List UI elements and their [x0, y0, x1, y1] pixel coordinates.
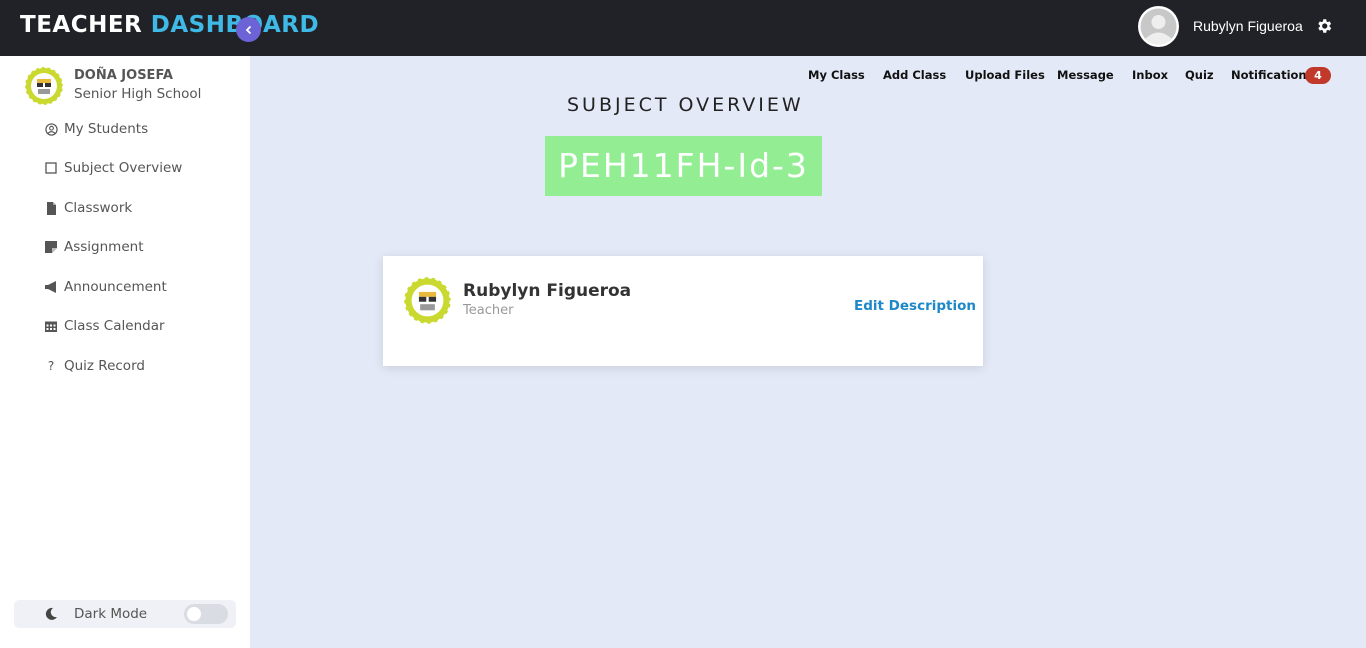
moon-icon [45, 607, 57, 620]
teacher-avatar-icon [403, 276, 452, 325]
chevron-left-icon [245, 25, 251, 34]
school-name-line2: Senior High School [74, 86, 202, 102]
edit-description-link[interactable]: Edit Description [854, 298, 976, 314]
nav-link-my-class[interactable]: My Class [808, 68, 865, 82]
user-avatar[interactable] [1138, 6, 1179, 47]
file-icon [44, 201, 58, 215]
sidebar: DOÑA JOSEFA Senior High School My Studen… [0, 56, 250, 648]
sidebar-item-label: Announcement [64, 279, 167, 295]
nav-link-quiz[interactable]: Quiz [1185, 68, 1214, 82]
teacher-name: Rubylyn Figueroa [463, 281, 632, 301]
sidebar-item-label: Quiz Record [64, 358, 145, 374]
sidebar-item-assignment[interactable]: Assignment [44, 235, 143, 259]
calendar-icon [44, 319, 58, 333]
sidebar-item-label: Classwork [64, 200, 133, 216]
sticky-note-icon [44, 240, 58, 254]
square-icon [44, 161, 58, 175]
nav-link-inbox[interactable]: Inbox [1132, 68, 1168, 82]
toggle-knob [187, 607, 201, 621]
page-title: SUBJECT OVERVIEW [567, 94, 804, 116]
user-circle-icon [44, 122, 58, 136]
sidebar-item-label: Assignment [64, 239, 144, 255]
user-name[interactable]: Rubylyn Figueroa [1193, 18, 1303, 34]
sidebar-collapse-button[interactable] [236, 17, 261, 42]
sidebar-item-quiz-record[interactable]: ? Quiz Record [44, 354, 145, 378]
nav-link-add-class[interactable]: Add Class [883, 68, 946, 82]
brand-accent: DASHBOARD [150, 12, 320, 38]
sidebar-item-my-students[interactable]: My Students [44, 117, 148, 141]
subject-code-banner: PEH11FH-Id-3 [545, 136, 822, 196]
gear-icon[interactable] [1315, 17, 1333, 35]
sidebar-item-class-calendar[interactable]: Class Calendar [44, 314, 165, 338]
teacher-role: Teacher [463, 303, 514, 318]
dark-mode-label: Dark Mode [74, 606, 148, 622]
dark-mode-toggle[interactable] [184, 604, 228, 624]
top-nav: My Class Add Class Upload Files Message … [0, 68, 1366, 86]
sidebar-item-label: Subject Overview [64, 160, 183, 176]
dark-mode-row: Dark Mode [14, 600, 236, 628]
sidebar-item-label: Class Calendar [64, 318, 165, 334]
nav-link-notification[interactable]: Notification [1231, 68, 1307, 82]
sidebar-item-announcement[interactable]: Announcement [44, 275, 167, 299]
question-icon: ? [47, 359, 55, 373]
top-bar: TEACHER DASHBOARD Rubylyn Figueroa [0, 0, 1366, 56]
nav-link-upload-files[interactable]: Upload Files [965, 68, 1045, 82]
megaphone-icon [44, 280, 58, 294]
teacher-card: Rubylyn Figueroa Teacher Edit Descriptio… [383, 256, 983, 366]
notification-badge[interactable]: 4 [1305, 67, 1331, 84]
sidebar-item-label: My Students [64, 121, 149, 137]
brand-main: TEACHER [20, 12, 143, 38]
dashboard-title: TEACHER DASHBOARD [20, 12, 319, 38]
nav-link-message[interactable]: Message [1057, 68, 1114, 82]
sidebar-item-classwork[interactable]: Classwork [44, 196, 132, 220]
sidebar-item-subject-overview[interactable]: Subject Overview [44, 156, 182, 180]
user-avatar-icon [1140, 8, 1177, 45]
